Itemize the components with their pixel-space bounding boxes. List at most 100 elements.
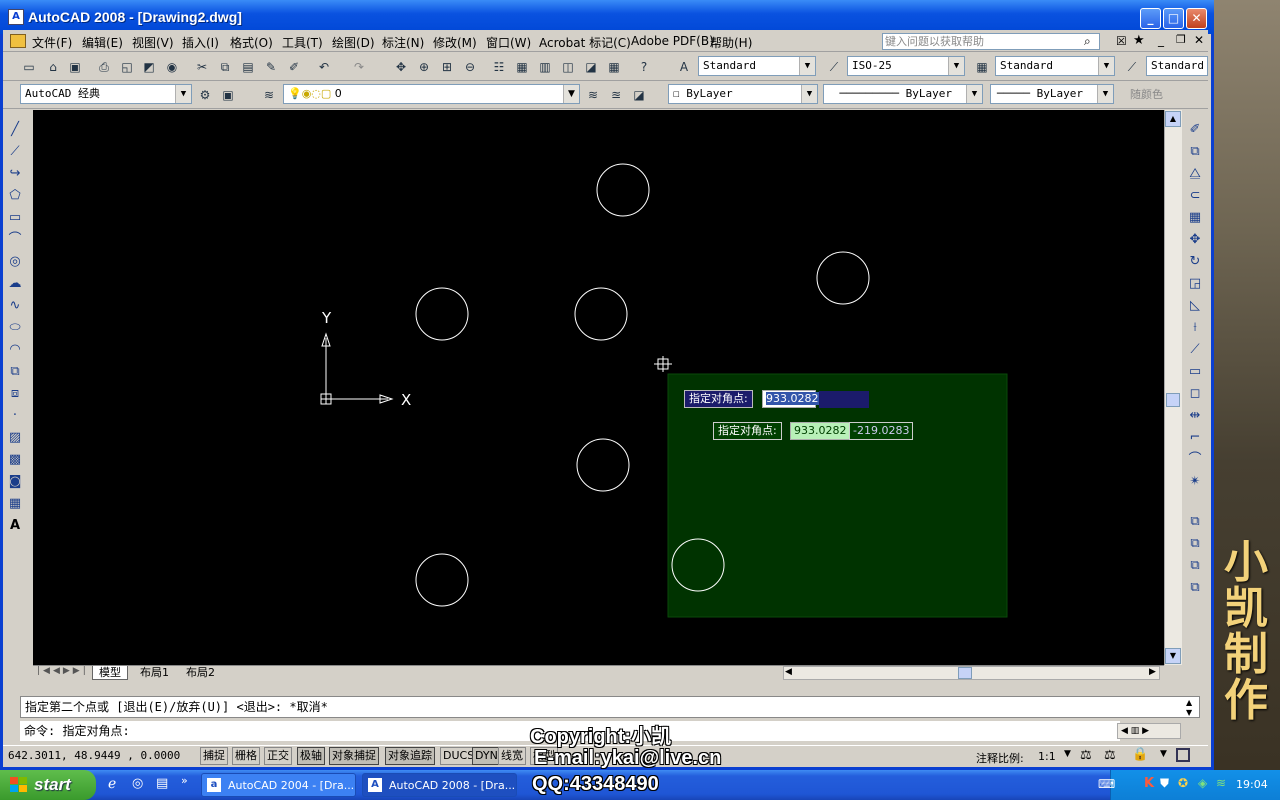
menu-tools[interactable]: 工具(T) [282, 34, 323, 51]
chevron-down-icon[interactable]: ▼ [563, 85, 579, 103]
help-search-input[interactable]: 键入问题以获取帮助 [882, 33, 1100, 50]
scale-icon[interactable]: ◲ [1184, 274, 1206, 294]
minimize-button[interactable]: _ [1140, 8, 1161, 29]
coordinate-readout[interactable]: 642.3011, 48.9449 , 0.0000 [8, 749, 180, 762]
annotation-scale-select[interactable]: 1:1 [1038, 750, 1056, 763]
send-under-icon[interactable]: ⧉ [1184, 578, 1206, 598]
status-menu-chevron-icon[interactable]: ▼ [1160, 749, 1167, 759]
tray-antivirus-icon[interactable]: ✪ [1178, 776, 1188, 790]
menu-window[interactable]: 窗口(W) [486, 34, 531, 51]
scroll-up-icon[interactable]: ▲ [1165, 111, 1181, 127]
tab-layout1[interactable]: 布局1 [134, 666, 175, 680]
stretch-icon[interactable]: ◺ [1184, 296, 1206, 316]
scroll-left-icon[interactable]: ◀ [785, 667, 792, 677]
multileader-style-icon[interactable]: ⟋ [1123, 58, 1141, 76]
grid-toggle[interactable]: 栅格 [232, 747, 260, 765]
new-icon[interactable]: ▭ [20, 58, 38, 76]
plotstyle-select[interactable]: 随颜色 [1130, 86, 1163, 102]
circle-entity[interactable] [415, 553, 469, 607]
help-icon[interactable]: ? [635, 58, 653, 76]
multiline-text-icon[interactable]: A [4, 516, 26, 536]
line-icon[interactable]: ╱ [4, 120, 26, 140]
insert-block-icon[interactable]: ⧉ [4, 362, 26, 382]
task-autocad-2008[interactable]: AutoCAD 2008 - [Dra... [362, 773, 517, 797]
quicklaunch-more-icon[interactable]: » [181, 774, 188, 787]
dynamic-input-empty-field[interactable] [819, 391, 869, 408]
menu-adobe-pdf[interactable]: Adobe PDF(B) [631, 34, 714, 48]
pan-icon[interactable]: ✥ [392, 58, 410, 76]
doc-close-button[interactable]: ✕ [1194, 33, 1204, 47]
dim-style-icon[interactable]: ⟋ [825, 58, 843, 76]
tray-network-icon[interactable]: ◈ [1198, 776, 1207, 790]
move-icon[interactable]: ✥ [1184, 230, 1206, 250]
arc-icon[interactable]: ⌒ [4, 230, 26, 250]
close-button[interactable]: ✕ [1186, 8, 1207, 29]
menu-edit[interactable]: 编辑(E) [82, 34, 123, 51]
search-icon[interactable]: ⌕ [1084, 34, 1091, 49]
erase-icon[interactable]: ✐ [1184, 120, 1206, 140]
horizontal-scroll-thumb[interactable] [958, 667, 972, 679]
3d-dwf-icon[interactable]: ◉ [163, 58, 181, 76]
tray-wifi-icon[interactable]: ≋ [1216, 776, 1226, 790]
copy-object-icon[interactable]: ⧉ [1184, 142, 1206, 162]
command-scroll-arrows-icon[interactable]: ▲ ▼ [1186, 698, 1192, 718]
mirror-icon[interactable]: ⧋ [1184, 164, 1206, 184]
rotate-icon[interactable]: ↻ [1184, 252, 1206, 272]
media-quicklaunch-icon[interactable]: ◎ [132, 776, 143, 791]
gradient-icon[interactable]: ▩ [4, 450, 26, 470]
snap-toggle[interactable]: 捕捉 [200, 747, 228, 765]
tool-palettes-icon[interactable]: ▥ [536, 58, 554, 76]
polyline-icon[interactable]: ↪ [4, 164, 26, 184]
menu-dimension[interactable]: 标注(N) [382, 34, 424, 51]
keyboard-tray-icon[interactable]: ⌨ [1098, 777, 1115, 791]
zoom-window-icon[interactable]: ⊞ [438, 58, 456, 76]
text-style-icon[interactable]: A [675, 58, 693, 76]
ellipse-icon[interactable]: ⬭ [4, 318, 26, 338]
menu-file[interactable]: 文件(F) [32, 34, 72, 51]
layer-manager-icon[interactable]: ≋ [260, 86, 278, 104]
lock-icon[interactable]: 🔒 [1132, 747, 1148, 762]
trim-icon[interactable]: ⟊ [1184, 318, 1206, 338]
sheet-set-icon[interactable]: ◫ [559, 58, 577, 76]
chevron-down-icon[interactable]: ▼ [966, 85, 982, 103]
menu-modify[interactable]: 修改(M) [433, 34, 477, 51]
circle-entity[interactable] [576, 438, 630, 492]
color-select[interactable]: ☐ ByLayer ▼ [668, 84, 818, 104]
ie-quicklaunch-icon[interactable]: ℯ [108, 776, 116, 792]
table-style-select[interactable]: Standard ▼ [995, 56, 1115, 76]
auto-scale-icon[interactable]: ⚖ [1104, 748, 1116, 763]
tab-nav-arrows-icon[interactable]: |◀◀▶▶| [37, 666, 89, 676]
workspace-settings-icon[interactable]: ⚙ [196, 86, 214, 104]
favorites-icon[interactable]: ★ [1133, 33, 1145, 48]
scroll-down-icon[interactable]: ▼ [1165, 648, 1181, 664]
pointer-input-y[interactable]: -219.0283 [849, 422, 914, 440]
tab-model[interactable]: 模型 [92, 666, 128, 680]
ortho-toggle[interactable]: 正交 [264, 747, 292, 765]
workspace-select[interactable]: AutoCAD 经典 ▼ [20, 84, 192, 104]
block-editor-icon[interactable]: ✐ [285, 58, 303, 76]
menu-insert[interactable]: 插入(I) [182, 34, 219, 51]
menu-help[interactable]: 帮助(H) [710, 34, 752, 51]
array-icon[interactable]: ▦ [1184, 208, 1206, 228]
publish-icon[interactable]: ◩ [140, 58, 158, 76]
multileader-style-select[interactable]: Standard [1146, 56, 1208, 76]
communication-center-icon[interactable]: ☒ [1116, 34, 1127, 48]
task-autocad-2004[interactable]: AutoCAD 2004 - [Dra... [201, 773, 356, 797]
command-scrollbar[interactable]: ◀ ▥ ▶ [1117, 723, 1181, 739]
fillet-icon[interactable]: ⌒ [1184, 450, 1206, 470]
tab-layout2[interactable]: 布局2 [180, 666, 221, 680]
plot-icon[interactable]: ⎙ [95, 58, 113, 76]
table-style-icon[interactable]: ▦ [973, 58, 991, 76]
point-icon[interactable]: · [4, 406, 26, 426]
polar-toggle[interactable]: 极轴 [297, 747, 325, 765]
undo-icon[interactable]: ↶ [315, 58, 333, 76]
revision-cloud-icon[interactable]: ☁ [4, 274, 26, 294]
tray-shield-icon[interactable]: ⛊ [1160, 776, 1169, 791]
spline-icon[interactable]: ∿ [4, 296, 26, 316]
circle-entity[interactable] [596, 163, 650, 217]
make-current-layer-icon[interactable]: ≋ [584, 86, 602, 104]
construction-line-icon[interactable]: ⟋ [4, 142, 26, 162]
explorer-quicklaunch-icon[interactable]: ▤ [156, 776, 168, 791]
copy-icon[interactable]: ⧉ [216, 58, 234, 76]
chevron-down-icon[interactable]: ▼ [801, 85, 817, 103]
